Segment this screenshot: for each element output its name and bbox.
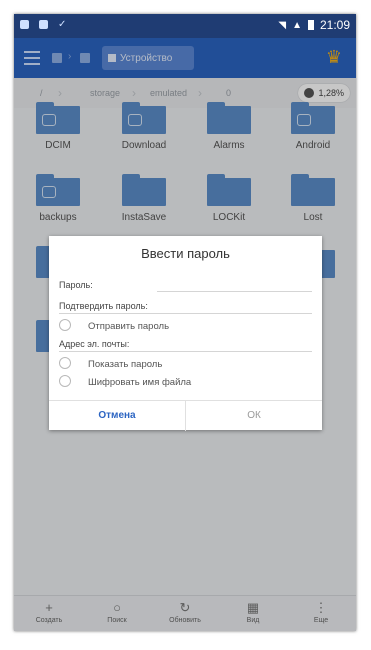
show-password-checkbox[interactable] (59, 357, 71, 369)
ok-button[interactable]: ОК (186, 401, 322, 431)
confirm-password-input[interactable] (59, 313, 312, 314)
battery-icon (307, 20, 314, 30)
password-input[interactable] (157, 291, 312, 292)
lock-notification-icon (20, 20, 29, 29)
confirm-password-label: Подтвердить пароль: (59, 301, 148, 311)
password-dialog: Ввести пароль Пароль: Подтвердить пароль… (49, 236, 322, 431)
cancel-button[interactable]: Отмена (49, 401, 186, 431)
status-bar: ✓ ◥ ▲ 21:09 (14, 14, 356, 38)
clock: 21:09 (319, 18, 350, 32)
check-notification-icon: ✓ (58, 19, 67, 30)
encrypt-filename-label: Шифровать имя файла (88, 377, 192, 388)
dialog-buttons: Отмена ОК (49, 400, 322, 431)
email-input[interactable] (59, 351, 312, 352)
dialog-title: Ввести пароль (141, 246, 230, 261)
password-label: Пароль: (59, 280, 93, 290)
encrypt-filename-checkbox[interactable] (59, 375, 71, 387)
send-password-checkbox[interactable] (59, 319, 71, 331)
signal-icon: ▲ (292, 19, 302, 31)
email-label: Адрес эл. почты: (59, 339, 130, 349)
show-password-label: Показать пароль (88, 359, 163, 370)
wifi-icon: ◥ (278, 19, 287, 31)
image-notification-icon (39, 20, 48, 29)
send-password-label: Отправить пароль (88, 321, 170, 332)
